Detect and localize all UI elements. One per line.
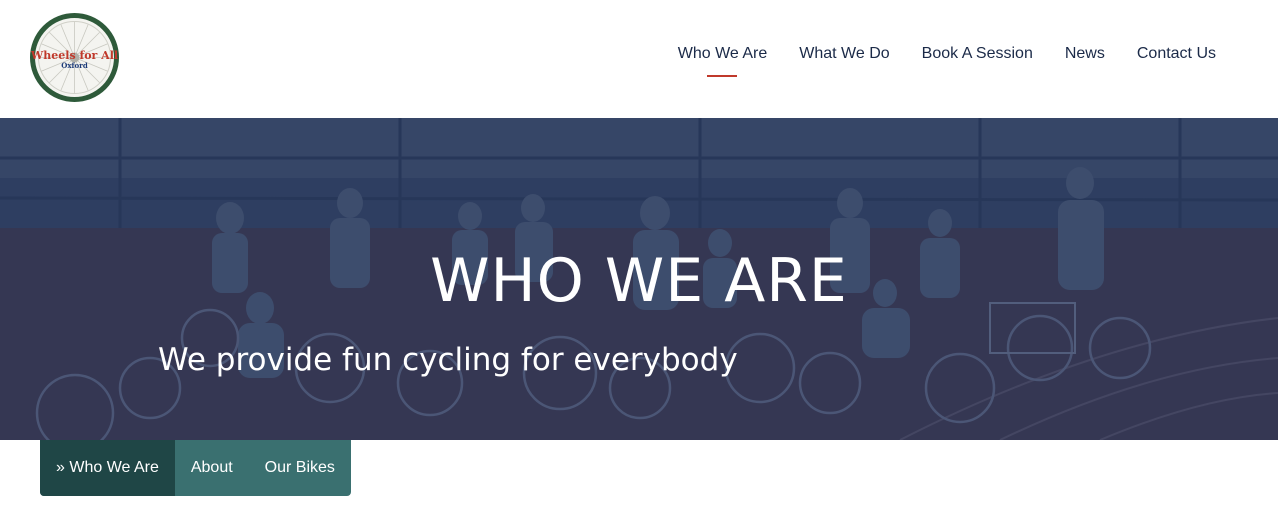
- site-header: Wheels for All Oxford Who We Are What We…: [0, 0, 1278, 118]
- site-logo[interactable]: Wheels for All Oxford: [30, 13, 119, 102]
- nav-item-news[interactable]: News: [1049, 44, 1121, 64]
- wheel-logo-icon: Wheels for All Oxford: [30, 13, 119, 102]
- main-nav: Who We Are What We Do Book A Session New…: [662, 44, 1232, 64]
- logo-line2: Oxford: [61, 61, 88, 70]
- nav-item-who-we-are[interactable]: Who We Are: [662, 44, 784, 64]
- hero-subtitle: We provide fun cycling for everybody: [158, 342, 738, 378]
- subnav-item-who-we-are[interactable]: » Who We Are: [40, 440, 175, 496]
- hero-banner: WHO WE ARE We provide fun cycling for ev…: [0, 118, 1278, 440]
- hero-title: WHO WE ARE: [430, 246, 848, 316]
- nav-item-what-we-do[interactable]: What We Do: [783, 44, 905, 64]
- subnav-item-about[interactable]: About: [175, 440, 249, 496]
- nav-item-book-a-session[interactable]: Book A Session: [906, 44, 1049, 64]
- nav-item-contact-us[interactable]: Contact Us: [1121, 44, 1232, 64]
- subnav-item-our-bikes[interactable]: Our Bikes: [249, 440, 351, 496]
- section-subnav: » Who We Are About Our Bikes: [40, 440, 351, 496]
